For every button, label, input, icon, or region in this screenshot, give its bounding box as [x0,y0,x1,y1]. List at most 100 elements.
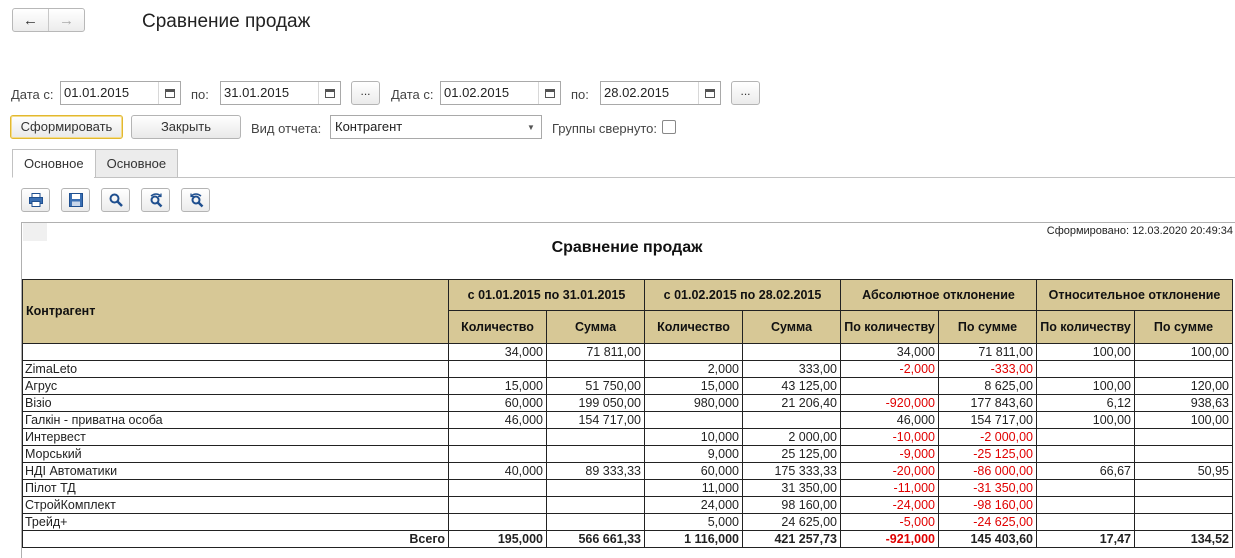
value-cell[interactable]: 34,000 [840,343,939,361]
value-cell[interactable] [1134,513,1233,531]
calendar-icon[interactable] [698,82,720,104]
value-cell[interactable]: 43 125,00 [742,377,841,395]
date-from-field-1[interactable]: 01.01.2015 [60,81,181,105]
total-row[interactable]: Всего 195,000 566 661,33 1 116,000 421 257,7… [22,530,1233,548]
report-type-value[interactable]: Контрагент [331,116,521,138]
period-select-button-1[interactable]: ... [351,81,380,105]
date-to-field-2[interactable]: 28.02.2015 [600,81,721,105]
counterparty-cell[interactable]: Візіо [22,394,449,412]
value-cell[interactable]: 46,000 [448,411,547,429]
counterparty-cell[interactable]: Агрус [22,377,449,395]
table-row[interactable]: НДІ Автоматики 40,000 89 333,33 60,000 175 3… [22,462,1233,480]
forward-icon[interactable]: → [49,9,84,31]
value-cell[interactable]: 15,000 [448,377,547,395]
value-cell[interactable]: 938,63 [1134,394,1233,412]
value-cell[interactable] [840,377,939,395]
value-cell[interactable]: 60,000 [448,394,547,412]
value-cell[interactable]: 6,12 [1036,394,1135,412]
value-cell[interactable]: 66,67 [1036,462,1135,480]
value-cell[interactable] [448,513,547,531]
value-cell[interactable]: 71 811,00 [938,343,1037,361]
total-cell[interactable]: 1 116,000 [644,530,743,548]
value-cell[interactable] [1036,496,1135,514]
value-cell[interactable]: 50,95 [1134,462,1233,480]
value-cell[interactable] [546,360,645,378]
calendar-icon[interactable] [318,82,340,104]
value-cell[interactable] [546,445,645,463]
value-cell[interactable]: 71 811,00 [546,343,645,361]
date-from-value-2[interactable]: 01.02.2015 [441,82,538,104]
value-cell[interactable]: -2 000,00 [938,428,1037,446]
value-cell[interactable]: -333,00 [938,360,1037,378]
value-cell[interactable]: -20,000 [840,462,939,480]
table-row[interactable]: Пілот ТД 11,000 31 350,00 -11,000 -31 350,00 [22,479,1233,497]
table-row[interactable]: Трейд+ 5,000 24 625,00 -5,000 -24 625,00 [22,513,1233,531]
table-row[interactable]: ZimaLeto 2,000 333,00 -2,000 -333,00 [22,360,1233,378]
total-cell[interactable]: -921,000 [840,530,939,548]
value-cell[interactable]: 100,00 [1036,377,1135,395]
tab-main-2[interactable]: Основное [94,149,179,178]
value-cell[interactable]: 100,00 [1134,343,1233,361]
value-cell[interactable]: 21 206,40 [742,394,841,412]
value-cell[interactable]: 98 160,00 [742,496,841,514]
report-type-select[interactable]: Контрагент ▼ [330,115,542,139]
value-cell[interactable]: -9,000 [840,445,939,463]
value-cell[interactable]: -10,000 [840,428,939,446]
value-cell[interactable]: 15,000 [644,377,743,395]
value-cell[interactable] [742,411,841,429]
value-cell[interactable] [448,360,547,378]
counterparty-cell[interactable]: Морський [22,445,449,463]
date-from-field-2[interactable]: 01.02.2015 [440,81,561,105]
value-cell[interactable]: -2,000 [840,360,939,378]
value-cell[interactable] [644,343,743,361]
total-label[interactable]: Всего [22,530,449,548]
groups-collapsed-checkbox[interactable] [662,120,676,134]
value-cell[interactable]: -920,000 [840,394,939,412]
value-cell[interactable]: -24,000 [840,496,939,514]
calendar-icon[interactable] [158,82,180,104]
value-cell[interactable] [448,428,547,446]
total-cell[interactable]: 17,47 [1036,530,1135,548]
tab-main-1[interactable]: Основное [12,149,96,178]
table-row[interactable]: 34,000 71 811,00 34,000 71 811,00 100,00 100,… [22,343,1233,361]
value-cell[interactable]: 46,000 [840,411,939,429]
value-cell[interactable] [1036,513,1135,531]
date-to-value-1[interactable]: 31.01.2015 [221,82,318,104]
print-button[interactable] [21,188,50,212]
table-row[interactable]: Візіо 60,000 199 050,00 980,000 21 206,40 -92… [22,394,1233,412]
value-cell[interactable]: 5,000 [644,513,743,531]
value-cell[interactable]: 11,000 [644,479,743,497]
counterparty-cell[interactable]: Галкін - приватна особа [22,411,449,429]
save-button[interactable] [61,188,90,212]
value-cell[interactable] [1134,428,1233,446]
date-from-value-1[interactable]: 01.01.2015 [61,82,158,104]
value-cell[interactable] [1134,445,1233,463]
date-to-value-2[interactable]: 28.02.2015 [601,82,698,104]
generate-button[interactable]: Сформировать [10,115,123,139]
value-cell[interactable]: -86 000,00 [938,462,1037,480]
value-cell[interactable]: 177 843,60 [938,394,1037,412]
value-cell[interactable]: 10,000 [644,428,743,446]
period-select-button-2[interactable]: ... [731,81,760,105]
table-row[interactable]: Интервест 10,000 2 000,00 -10,000 -2 000,00 [22,428,1233,446]
value-cell[interactable]: 980,000 [644,394,743,412]
value-cell[interactable]: 100,00 [1134,411,1233,429]
total-cell[interactable]: 134,52 [1134,530,1233,548]
date-to-field-1[interactable]: 31.01.2015 [220,81,341,105]
report-area[interactable]: Сформировано: 12.03.2020 20:49:34 Сравне… [21,222,1235,558]
value-cell[interactable] [742,343,841,361]
value-cell[interactable]: 100,00 [1036,343,1135,361]
value-cell[interactable]: 31 350,00 [742,479,841,497]
value-cell[interactable]: 154 717,00 [938,411,1037,429]
value-cell[interactable] [1134,360,1233,378]
counterparty-cell[interactable]: ZimaLeto [22,360,449,378]
value-cell[interactable] [546,513,645,531]
value-cell[interactable]: 60,000 [644,462,743,480]
value-cell[interactable]: 154 717,00 [546,411,645,429]
value-cell[interactable]: 175 333,33 [742,462,841,480]
value-cell[interactable]: 51 750,00 [546,377,645,395]
value-cell[interactable] [448,496,547,514]
value-cell[interactable] [546,496,645,514]
calendar-icon[interactable] [538,82,560,104]
value-cell[interactable]: 24 625,00 [742,513,841,531]
